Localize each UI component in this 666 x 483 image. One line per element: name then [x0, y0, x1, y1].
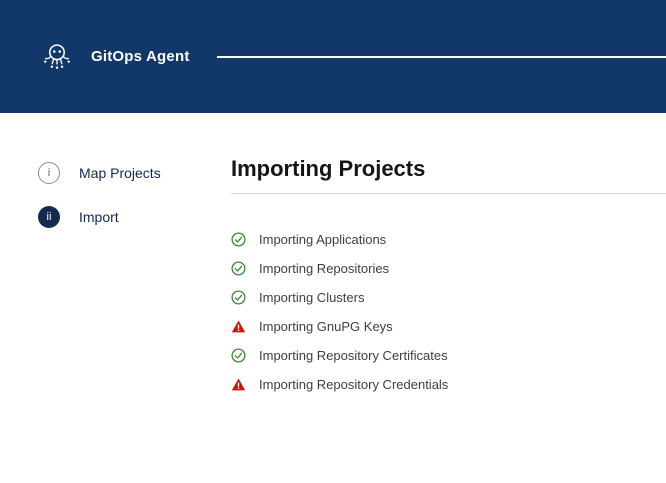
- app-title: GitOps Agent: [91, 48, 190, 65]
- task-label: Importing Clusters: [259, 290, 364, 305]
- warning-triangle-icon: [231, 377, 246, 392]
- task-row: Importing GnuPG Keys: [231, 318, 666, 334]
- page-title: Importing Projects: [231, 156, 666, 182]
- task-row: Importing Repositories: [231, 260, 666, 276]
- wizard-nav: i Map Projects ii Import: [0, 113, 231, 483]
- wizard-step-label: Map Projects: [79, 165, 161, 181]
- check-circle-icon: [231, 232, 246, 247]
- wizard-step-label: Import: [79, 209, 119, 225]
- check-circle-icon: [231, 290, 246, 305]
- task-label: Importing GnuPG Keys: [259, 319, 393, 334]
- task-list: Importing Applications Importing Reposit…: [231, 231, 666, 392]
- task-label: Importing Applications: [259, 232, 386, 247]
- step-indicator-icon: ii: [38, 206, 60, 228]
- title-divider: [231, 193, 666, 194]
- task-row: Importing Clusters: [231, 289, 666, 305]
- task-label: Importing Repository Credentials: [259, 377, 448, 392]
- step-indicator-icon: i: [38, 162, 60, 184]
- task-row: Importing Applications: [231, 231, 666, 247]
- task-row: Importing Repository Certificates: [231, 347, 666, 363]
- app-header: GitOps Agent: [0, 0, 666, 113]
- warning-triangle-icon: [231, 319, 246, 334]
- task-row: Importing Repository Credentials: [231, 376, 666, 392]
- header-divider: [217, 56, 666, 58]
- wizard-step[interactable]: ii Import: [38, 206, 231, 228]
- main-content: Importing Projects Importing Application…: [231, 113, 666, 483]
- wizard-step[interactable]: i Map Projects: [38, 162, 231, 184]
- check-circle-icon: [231, 261, 246, 276]
- check-circle-icon: [231, 348, 246, 363]
- octopus-logo-icon: [40, 40, 74, 74]
- page-body: i Map Projects ii Import Importing Proje…: [0, 113, 666, 483]
- task-label: Importing Repositories: [259, 261, 389, 276]
- task-label: Importing Repository Certificates: [259, 348, 448, 363]
